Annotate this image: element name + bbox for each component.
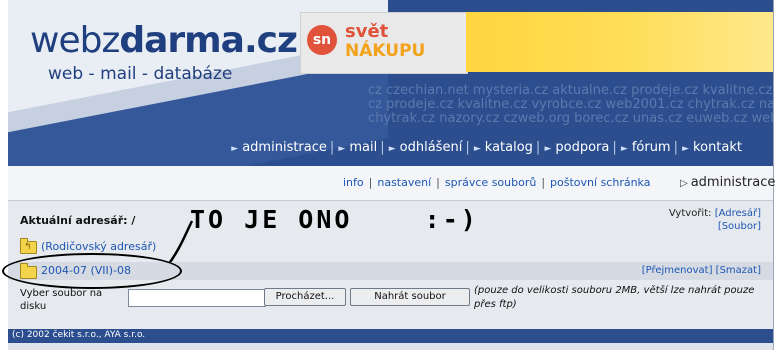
nav-odhlaseni[interactable]: odhlášení: [397, 140, 466, 155]
site-logo[interactable]: webzdarma.cz: [30, 20, 298, 61]
logo-bold: darma.cz: [119, 20, 298, 61]
parent-folder-icon: ↰: [20, 238, 37, 254]
watermark-line: cz prodeje.cz kvalitne.cz vyrobce.cz web…: [368, 97, 773, 112]
file-path-input[interactable]: [128, 289, 266, 307]
browse-button[interactable]: Procházet...: [264, 288, 346, 306]
nav-forum[interactable]: fórum: [629, 140, 674, 155]
bottom-strip: [8, 343, 773, 350]
parent-directory-link[interactable]: (Rodičovský adresář): [41, 240, 156, 253]
current-directory-label: Aktuální adresář: /: [20, 214, 136, 227]
footer: (c) 2002 čekit s.r.o., AYA s.r.o.: [8, 329, 773, 343]
upload-button[interactable]: Nahrát soubor: [350, 288, 470, 306]
delete-link[interactable]: [Smazat]: [716, 265, 761, 276]
sub-nav: info | nastavení | správce souborů | poštovní …: [8, 166, 775, 201]
nav-administrace[interactable]: administrace: [239, 140, 330, 155]
annotation-ellipse: [2, 253, 182, 289]
footer-copyright: (c) 2002 čekit s.r.o., AYA s.r.o.: [12, 330, 146, 340]
main-nav: ► administrace | ► mail | ► odhlášení | ► katal…: [231, 140, 745, 155]
triangle-right-icon: ▷: [680, 178, 688, 189]
banner-line-1: svět: [345, 21, 389, 42]
handwritten-annotation: TO JE ONO :-): [190, 205, 479, 234]
header-watermark: cz czechian.net mysteria.cz aktualne.cz …: [368, 84, 773, 126]
file-manager: Aktuální adresář: / Vytvořit: [Adresář] …: [2, 201, 773, 329]
subnav-nastaveni[interactable]: nastavení: [377, 176, 431, 189]
page: webzdarma.cz web - mail - databáze sn sv…: [2, 0, 775, 350]
ad-banner-svet-nakupu[interactable]: sn svět NÁKUPU: [300, 12, 468, 74]
arrow-icon: ►: [388, 144, 396, 154]
ad-banner-yellow[interactable]: [466, 12, 773, 72]
arrow-icon: ►: [682, 144, 690, 154]
logo-prefix: webz: [30, 20, 120, 61]
nav-kontakt[interactable]: kontakt: [690, 140, 745, 155]
upload-label: Vyber soubor na disku: [20, 288, 103, 312]
subnav-spravce-souboru[interactable]: správce souborů: [445, 176, 536, 189]
banner-line-2: NÁKUPU: [345, 41, 426, 61]
watermark-line: cz czechian.net mysteria.cz aktualne.cz …: [368, 83, 773, 98]
subnav-postovni-schranka[interactable]: poštovní schránka: [550, 176, 650, 189]
site-header: webzdarma.cz web - mail - databáze sn sv…: [8, 0, 773, 166]
logo-tagline: web - mail - databáze: [48, 64, 233, 84]
nav-katalog[interactable]: katalog: [482, 140, 536, 155]
arrow-icon: ►: [620, 144, 628, 154]
nav-podpora[interactable]: podpora: [552, 140, 612, 155]
create-file-link[interactable]: [Soubor]: [718, 221, 761, 232]
folder-actions: [Přejmenovat] [Smazat]: [642, 265, 761, 276]
upload-size-note: (pouze do velikosti souboru 2MB, větší l…: [474, 285, 755, 310]
watermark-line: chytrak.cz nazory.cz czweb.org borec.cz …: [368, 111, 773, 126]
subnav-info[interactable]: info: [343, 176, 364, 189]
arrow-icon: ►: [473, 144, 481, 154]
section-title-text: administrace: [690, 175, 775, 190]
create-label: Vytvořit:: [668, 208, 712, 219]
rename-link[interactable]: [Přejmenovat]: [642, 265, 713, 276]
banner-logo-circle: sn: [307, 25, 337, 55]
section-title: ▷ administrace: [680, 175, 775, 190]
create-directory-link[interactable]: [Adresář]: [715, 208, 761, 219]
annotation-stroke: [166, 220, 194, 266]
create-panel: Vytvořit: [Adresář] [Soubor]: [669, 207, 761, 233]
nav-mail[interactable]: mail: [346, 140, 380, 155]
browser-frame: webzdarma.cz web - mail - databáze sn sv…: [0, 0, 775, 357]
sub-nav-links: info | nastavení | správce souborů | poštovní …: [343, 176, 651, 189]
